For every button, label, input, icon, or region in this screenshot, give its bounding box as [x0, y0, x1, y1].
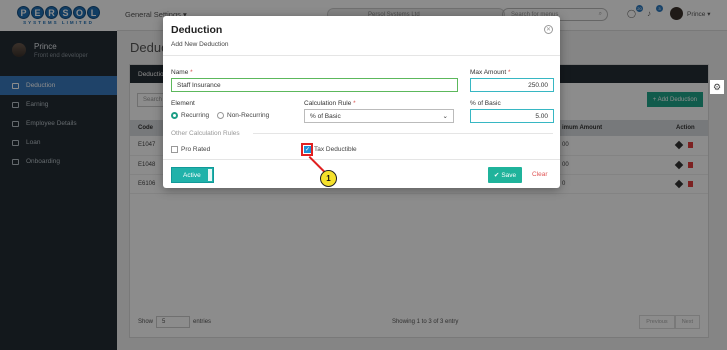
radio-button[interactable] — [217, 112, 224, 119]
chevron-down-icon: ⌄ — [442, 113, 448, 120]
calc-rule-value: % of Basic — [310, 112, 341, 120]
modal-subtitle: Add New Deduction — [171, 41, 229, 48]
calc-rule-label: Calculation Rule * — [304, 100, 356, 107]
checkbox-label: Tax Deductible — [314, 146, 357, 153]
close-icon[interactable]: ✕ — [544, 25, 553, 34]
step-marker: 1 — [320, 170, 337, 187]
toggle-knob — [208, 169, 212, 181]
active-toggle[interactable]: Active — [171, 167, 214, 183]
divider — [163, 159, 560, 160]
check-icon: ✔ — [493, 172, 500, 179]
gear-icon[interactable]: ⚙ — [710, 80, 724, 94]
save-label: Save — [501, 171, 517, 179]
max-amount-label: Max Amount * — [470, 69, 510, 76]
highlight-box — [301, 143, 313, 156]
radio-label: Recurring — [181, 112, 210, 119]
modal-title: Deduction — [171, 24, 223, 36]
required-mark: * — [507, 69, 511, 76]
calc-rule-label-text: Calculation Rule — [304, 100, 352, 107]
active-label: Active — [183, 171, 201, 179]
max-amount-label-text: Max Amount — [470, 69, 507, 76]
max-amount-input[interactable]: 250.00 — [470, 78, 554, 92]
radio-recurring[interactable]: Recurring — [171, 112, 209, 119]
clear-button[interactable]: Clear — [532, 171, 548, 178]
element-label: Element — [171, 100, 195, 107]
name-input[interactable]: Staff Insurance — [171, 78, 458, 92]
required-mark: * — [190, 69, 193, 76]
deduction-modal: Deduction Add New Deduction ✕ Name * Sta… — [163, 16, 560, 188]
radio-non-recurring[interactable]: Non-Recurring — [217, 112, 269, 119]
name-label: Name * — [171, 69, 193, 76]
checkbox-label: Pro Rated — [181, 146, 211, 153]
checkbox[interactable] — [171, 146, 178, 153]
name-label-text: Name — [171, 69, 189, 76]
radio-label: Non-Recurring — [227, 112, 270, 119]
required-mark: * — [353, 100, 356, 107]
save-button[interactable]: ✔ Save — [488, 167, 522, 183]
calc-rule-select[interactable]: % of Basic ⌄ — [304, 109, 454, 123]
divider — [253, 133, 553, 134]
radio-button[interactable] — [171, 112, 178, 119]
pct-basic-input[interactable]: 5.00 — [470, 109, 554, 123]
pro-rated-checkbox[interactable]: Pro Rated — [171, 146, 210, 153]
pct-basic-label: % of Basic — [470, 100, 501, 107]
divider — [163, 55, 560, 56]
other-rules-label: Other Calculation Rules — [171, 130, 240, 137]
